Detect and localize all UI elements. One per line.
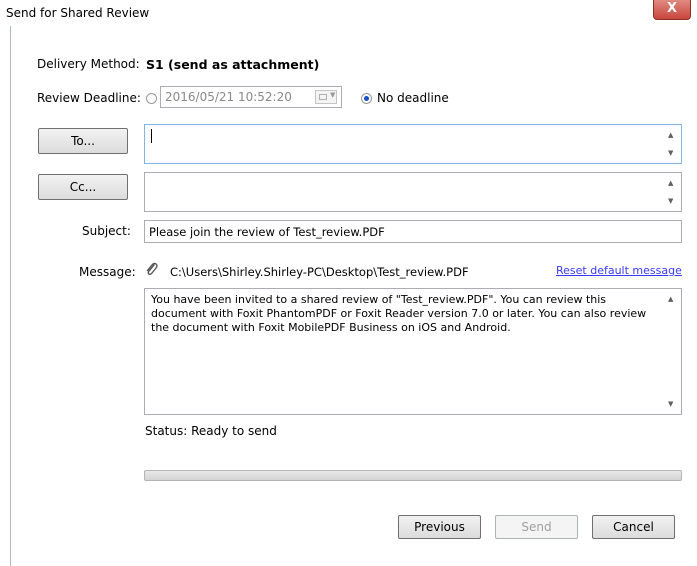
delivery-method-value: S1 (send as attachment)	[146, 57, 320, 72]
paperclip-icon	[146, 262, 158, 276]
cc-button-label: Cc...	[69, 180, 97, 194]
title-bar: Send for Shared Review X	[0, 0, 697, 26]
scroll-up-icon[interactable]: ▲	[668, 131, 673, 139]
close-button[interactable]: X	[653, 0, 691, 20]
deadline-datetime-value: 2016/05/21 10:52:20	[165, 90, 292, 104]
to-scrollbar[interactable]: ▲ ▼	[664, 125, 681, 163]
scroll-up-icon[interactable]: ▲	[668, 295, 673, 303]
review-deadline-label: Review Deadline:	[37, 91, 141, 105]
progress-bar	[144, 470, 682, 481]
scroll-down-icon[interactable]: ▼	[668, 149, 673, 157]
scroll-down-icon[interactable]: ▼	[668, 400, 673, 408]
send-button[interactable]: Send	[495, 515, 578, 539]
cancel-button[interactable]: Cancel	[592, 515, 675, 539]
window-title: Send for Shared Review	[6, 6, 150, 20]
delivery-method-label: Delivery Method:	[37, 57, 140, 71]
cc-field[interactable]: ▲ ▼	[144, 172, 682, 212]
status-text: Status: Ready to send	[145, 424, 277, 438]
text-cursor	[151, 129, 152, 143]
message-text: You have been invited to a shared review…	[151, 293, 647, 334]
previous-button-label: Previous	[414, 520, 465, 534]
subject-input-value: Please join the review of Test_review.PD…	[149, 225, 385, 239]
deadline-radio[interactable]	[146, 93, 157, 104]
message-label: Message:	[79, 265, 136, 279]
no-deadline-label[interactable]: No deadline	[377, 91, 449, 105]
reset-default-message-link[interactable]: Reset default message	[556, 264, 682, 277]
to-button-label: To...	[71, 134, 95, 148]
to-field[interactable]: ▲ ▼	[144, 124, 682, 164]
send-button-label: Send	[521, 520, 552, 534]
deadline-datetime-input[interactable]: 2016/05/21 10:52:20 ▼	[160, 86, 342, 108]
cancel-button-label: Cancel	[613, 520, 654, 534]
cc-button[interactable]: Cc...	[38, 174, 128, 200]
no-deadline-radio[interactable]	[361, 93, 372, 104]
calendar-icon[interactable]: ▼	[315, 90, 337, 104]
subject-input[interactable]: Please join the review of Test_review.PD…	[144, 220, 682, 243]
scroll-up-icon[interactable]: ▲	[668, 179, 673, 187]
attachment-path: C:\Users\Shirley.Shirley-PC\Desktop\Test…	[170, 265, 469, 279]
to-button[interactable]: To...	[38, 128, 128, 154]
message-scrollbar[interactable]: ▲ ▼	[664, 289, 681, 414]
message-textarea[interactable]: You have been invited to a shared review…	[144, 288, 682, 415]
subject-label: Subject:	[82, 224, 131, 238]
previous-button[interactable]: Previous	[398, 515, 481, 539]
scroll-down-icon[interactable]: ▼	[668, 197, 673, 205]
cc-scrollbar[interactable]: ▲ ▼	[664, 173, 681, 211]
